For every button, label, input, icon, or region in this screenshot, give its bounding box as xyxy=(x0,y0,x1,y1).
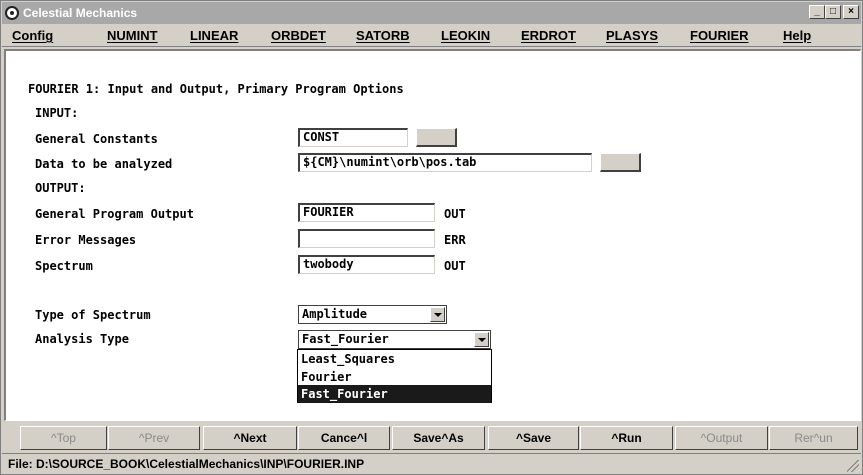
spectrum-ext: OUT xyxy=(444,259,466,273)
window-controls: _ □ × xyxy=(809,5,859,19)
spectrum-type-value: Amplitude xyxy=(302,307,368,321)
menu-config[interactable]: Config xyxy=(12,28,53,43)
window-title: Celestial Mechanics xyxy=(23,6,138,20)
save-as-button[interactable]: Save^As xyxy=(392,426,485,450)
rerun-button[interactable]: Rer^un xyxy=(769,426,858,450)
next-button[interactable]: ^Next xyxy=(203,426,297,450)
program-output-field[interactable]: FOURIER xyxy=(298,203,435,222)
general-constants-browse-button[interactable] xyxy=(416,128,457,147)
title-bar: Celestial Mechanics _ □ × xyxy=(2,2,861,24)
spectrum-label: Spectrum xyxy=(35,259,93,273)
top-button[interactable]: ^Top xyxy=(20,426,107,450)
error-messages-label: Error Messages xyxy=(35,233,137,247)
chevron-down-icon[interactable] xyxy=(430,307,445,322)
error-messages-ext: ERR xyxy=(444,233,466,247)
output-section-label: OUTPUT: xyxy=(35,181,86,195)
option-fast-fourier[interactable]: Fast_Fourier xyxy=(298,385,491,403)
option-least-squares[interactable]: Least_Squares xyxy=(298,350,491,368)
action-toolbar: ^Top ^Prev ^Next Cance^l Save^As ^Save ^… xyxy=(4,424,861,452)
data-analyzed-field[interactable]: ${CM}\numint\orb\pos.tab xyxy=(298,153,592,172)
data-analyzed-browse-button[interactable] xyxy=(600,153,641,172)
prev-button[interactable]: ^Prev xyxy=(108,426,200,450)
form-heading: FOURIER 1: Input and Output, Primary Pro… xyxy=(28,82,404,96)
minimize-button[interactable]: _ xyxy=(809,5,825,19)
app-window: Celestial Mechanics _ □ × Config NUMINT … xyxy=(0,0,863,475)
menu-help[interactable]: Help xyxy=(783,28,811,43)
spectrum-type-label: Type of Spectrum xyxy=(35,308,151,322)
menu-linear[interactable]: LINEAR xyxy=(190,28,238,43)
chevron-down-icon[interactable] xyxy=(474,332,489,347)
run-button[interactable]: ^Run xyxy=(580,426,673,450)
input-section-label: INPUT: xyxy=(35,106,79,120)
data-analyzed-label: Data to be analyzed xyxy=(35,157,173,171)
menu-orbdet[interactable]: ORBDET xyxy=(271,28,326,43)
program-output-label: General Program Output xyxy=(35,207,194,221)
option-fourier[interactable]: Fourier xyxy=(298,368,491,386)
spectrum-field[interactable]: twobody xyxy=(298,255,435,274)
general-constants-field[interactable]: CONST xyxy=(298,128,408,147)
save-button[interactable]: ^Save xyxy=(488,426,579,450)
status-bar: File: D:\SOURCE_BOOK\CelestialMechanics\… xyxy=(2,453,861,474)
analysis-type-select[interactable]: Fast_Fourier xyxy=(298,330,491,349)
menu-fourier[interactable]: FOURIER xyxy=(690,28,749,43)
cancel-button[interactable]: Cance^l xyxy=(298,426,390,450)
spectrum-type-select[interactable]: Amplitude xyxy=(298,305,447,324)
analysis-type-value: Fast_Fourier xyxy=(302,332,389,346)
app-icon xyxy=(5,6,19,20)
menu-satorb[interactable]: SATORB xyxy=(356,28,410,43)
error-messages-field[interactable] xyxy=(298,229,435,248)
resize-grip-icon[interactable] xyxy=(847,460,859,472)
program-output-ext: OUT xyxy=(444,207,466,221)
menu-bar: Config NUMINT LINEAR ORBDET SATORB LEOKI… xyxy=(2,25,861,47)
menu-erdrot[interactable]: ERDROT xyxy=(521,28,576,43)
maximize-button[interactable]: □ xyxy=(825,5,841,19)
general-constants-label: General Constants xyxy=(35,132,158,146)
output-button[interactable]: ^Output xyxy=(675,426,768,450)
status-file-path: File: D:\SOURCE_BOOK\CelestialMechanics\… xyxy=(8,457,365,471)
menu-numint[interactable]: NUMINT xyxy=(107,28,158,43)
menu-leokin[interactable]: LEOKIN xyxy=(441,28,490,43)
analysis-type-label: Analysis Type xyxy=(35,332,129,346)
close-button[interactable]: × xyxy=(843,5,859,19)
analysis-type-dropdown: Least_Squares Fourier Fast_Fourier xyxy=(297,349,492,403)
menu-plasys[interactable]: PLASYS xyxy=(606,28,658,43)
